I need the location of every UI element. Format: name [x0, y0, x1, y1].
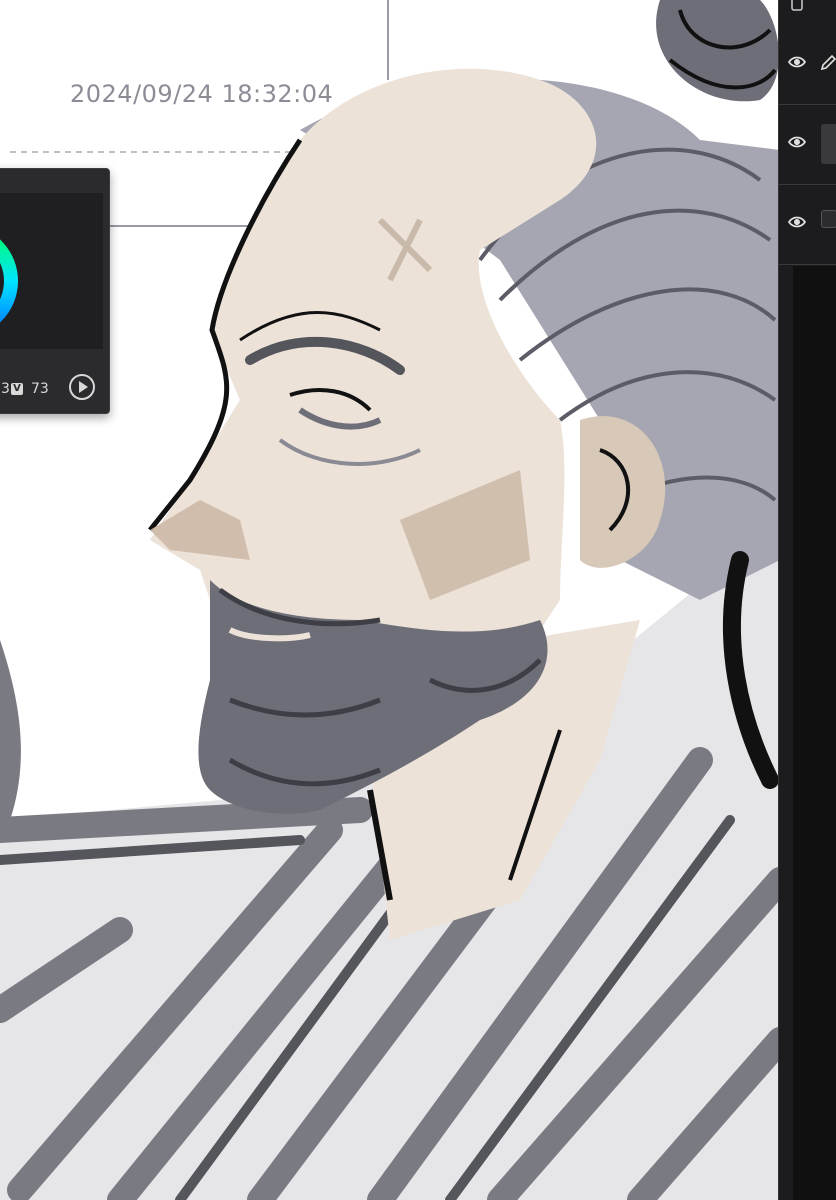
layer-item[interactable] — [779, 24, 836, 105]
play-circle-icon[interactable] — [69, 374, 95, 400]
layer-thumbnail — [821, 210, 836, 228]
pencil-icon — [820, 54, 836, 71]
layer-thumbnail — [821, 124, 836, 164]
prev-channel-value: 3 — [1, 381, 10, 397]
value-channel-badge: V — [11, 383, 23, 395]
layers-panel[interactable] — [778, 0, 836, 1200]
layer-item[interactable] — [779, 184, 836, 265]
layer-list-empty-area — [793, 266, 836, 1200]
layer-item[interactable] — [779, 104, 836, 185]
drawing-canvas[interactable]: 2024/09/24 18:32:04 3 V 73 — [0, 0, 780, 1200]
layer-copy-icon[interactable] — [791, 0, 807, 12]
eye-icon[interactable] — [787, 52, 807, 72]
canvas-timestamp: 2024/09/24 18:32:04 — [70, 80, 334, 108]
color-picker-panel[interactable]: 3 V 73 — [0, 168, 110, 414]
eye-icon[interactable] — [787, 132, 807, 152]
hue-ring[interactable] — [0, 221, 21, 341]
value-channel-value: 73 — [31, 381, 49, 397]
sketch-artwork — [0, 0, 780, 1200]
eye-icon[interactable] — [787, 212, 807, 232]
